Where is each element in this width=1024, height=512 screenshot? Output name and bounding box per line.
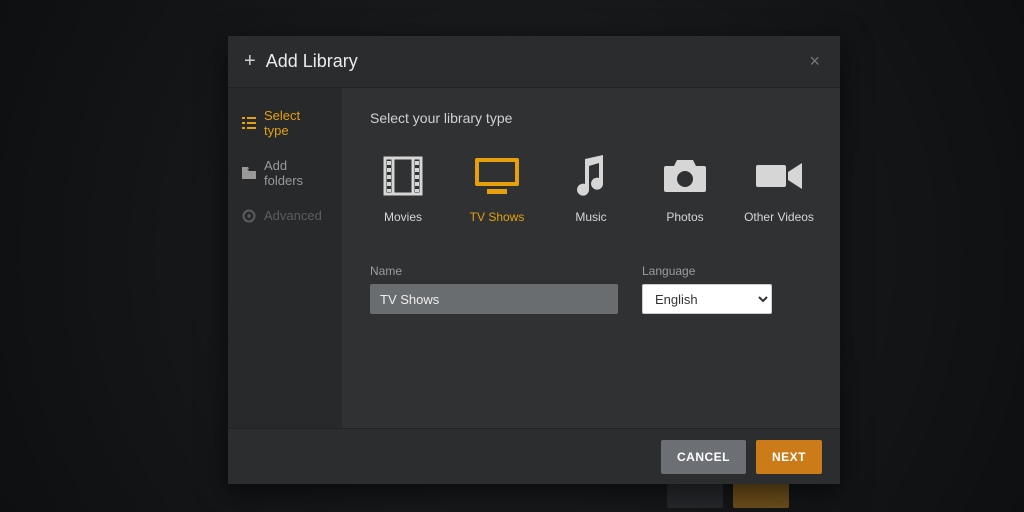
sidebar-item-add-folders[interactable]: Add folders bbox=[228, 148, 342, 198]
library-type-tv-shows[interactable]: TV Shows bbox=[464, 154, 530, 224]
library-type-photos[interactable]: Photos bbox=[652, 154, 718, 224]
language-label: Language bbox=[642, 264, 772, 278]
sidebar-item-select-type[interactable]: Select type bbox=[228, 98, 342, 148]
library-type-label: Movies bbox=[384, 210, 422, 224]
name-field: Name bbox=[370, 264, 618, 314]
library-type-other-videos[interactable]: Other Videos bbox=[746, 154, 812, 224]
dialog-body: Select type Add folders Advanced Select … bbox=[228, 88, 840, 428]
dialog-main: Select your library type Movies TV Shows bbox=[342, 88, 840, 428]
list-icon bbox=[242, 117, 256, 129]
music-note-icon bbox=[563, 154, 619, 198]
next-button[interactable]: NEXT bbox=[756, 440, 822, 474]
dialog-header: + Add Library × bbox=[228, 36, 840, 88]
folder-icon bbox=[242, 167, 256, 179]
library-name-input[interactable] bbox=[370, 284, 618, 314]
add-library-dialog: + Add Library × Select type Add folders bbox=[228, 36, 840, 484]
tv-icon bbox=[469, 154, 525, 198]
language-field: Language English bbox=[642, 264, 772, 314]
sidebar-item-label: Advanced bbox=[264, 208, 322, 223]
library-type-row: Movies TV Shows Music bbox=[370, 154, 812, 224]
sidebar-item-label: Add folders bbox=[264, 158, 328, 188]
library-type-label: TV Shows bbox=[470, 210, 525, 224]
library-type-label: Photos bbox=[666, 210, 703, 224]
camera-icon bbox=[657, 154, 713, 198]
library-type-prompt: Select your library type bbox=[370, 110, 812, 126]
wizard-sidebar: Select type Add folders Advanced bbox=[228, 88, 342, 428]
library-type-movies[interactable]: Movies bbox=[370, 154, 436, 224]
plus-icon: + bbox=[244, 51, 256, 71]
library-type-label: Other Videos bbox=[744, 210, 814, 224]
video-camera-icon bbox=[751, 154, 807, 198]
library-type-music[interactable]: Music bbox=[558, 154, 624, 224]
sidebar-item-label: Select type bbox=[264, 108, 328, 138]
library-type-label: Music bbox=[575, 210, 606, 224]
name-label: Name bbox=[370, 264, 618, 278]
dialog-footer: CANCEL NEXT bbox=[228, 428, 840, 484]
dialog-title: Add Library bbox=[266, 51, 358, 72]
gear-icon bbox=[242, 209, 256, 223]
sidebar-item-advanced: Advanced bbox=[228, 198, 342, 233]
library-form-row: Name Language English bbox=[370, 264, 812, 314]
close-icon[interactable]: × bbox=[805, 47, 824, 76]
film-icon bbox=[375, 154, 431, 198]
cancel-button[interactable]: CANCEL bbox=[661, 440, 746, 474]
language-select[interactable]: English bbox=[642, 284, 772, 314]
